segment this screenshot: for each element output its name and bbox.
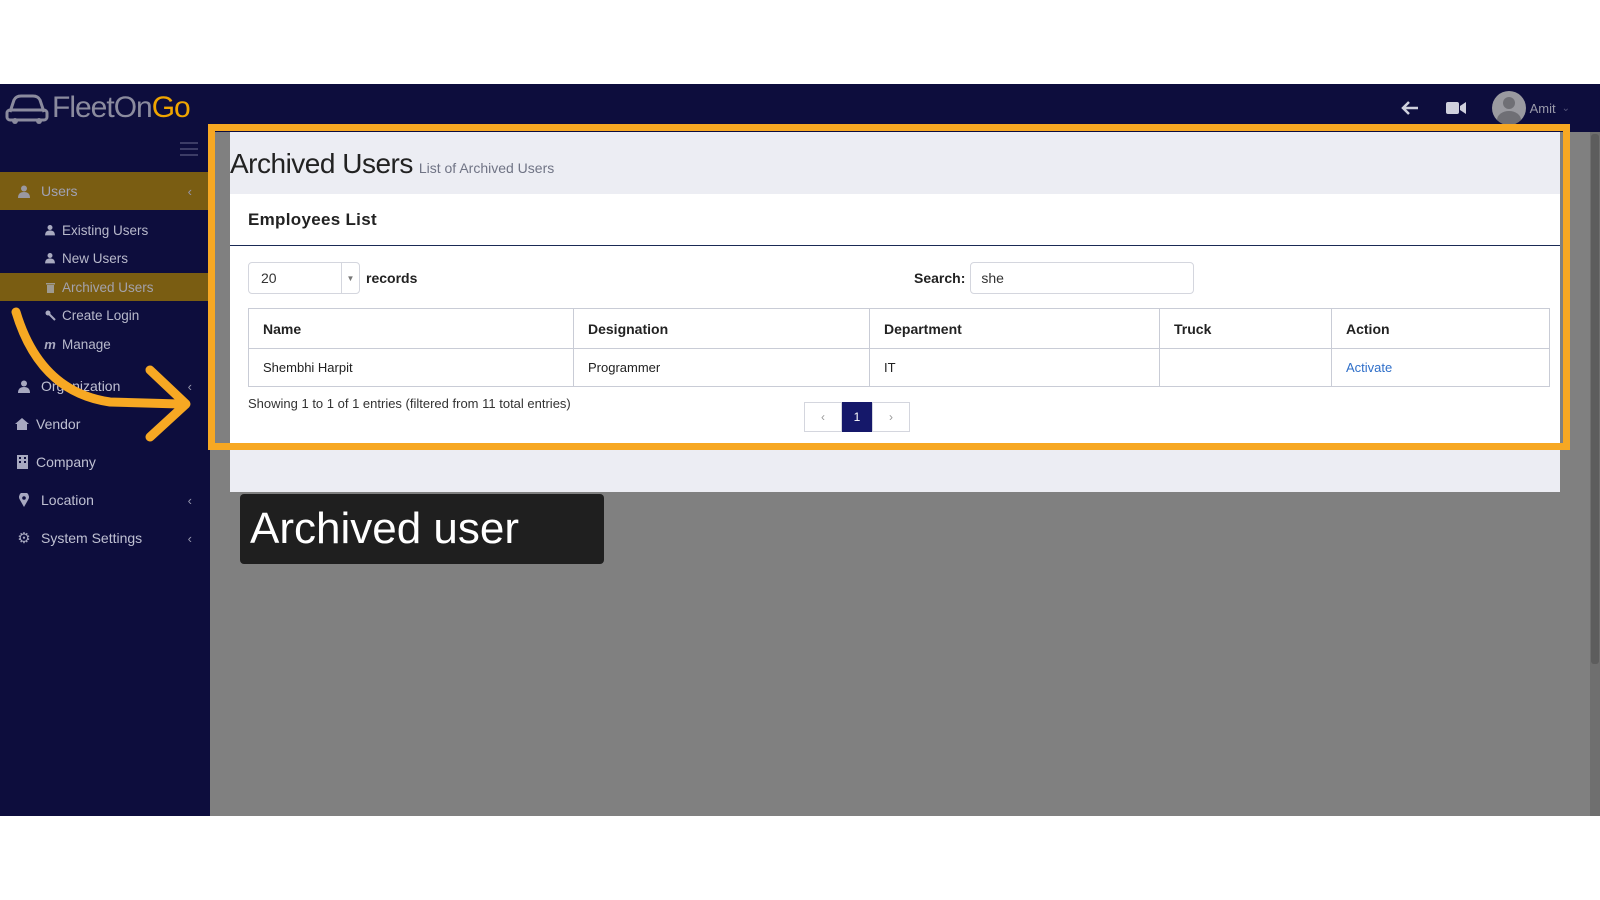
chevron-left-icon: ‹ xyxy=(187,378,192,394)
back-arrow-icon[interactable] xyxy=(1400,100,1420,116)
sub-item-label: Archived Users xyxy=(62,279,154,295)
video-camera-icon[interactable] xyxy=(1445,100,1466,116)
sidebar-item-system-settings[interactable]: ⚙ System Settings ‹ xyxy=(0,519,210,557)
user-icon xyxy=(44,224,56,236)
key-icon xyxy=(44,309,56,321)
sub-item-label: Create Login xyxy=(62,307,140,323)
sub-item-label: Manage xyxy=(62,336,111,352)
map-pin-icon xyxy=(17,493,31,507)
sub-item-label: Existing Users xyxy=(62,222,149,238)
sidebar-item-vendor[interactable]: Vendor xyxy=(0,405,210,443)
sidebar-item-label: Company xyxy=(36,454,96,470)
sidebar-item-label: System Settings xyxy=(41,530,143,546)
user-icon xyxy=(17,184,31,198)
sidebar-item-company[interactable]: Company xyxy=(0,443,210,481)
building-icon xyxy=(15,455,29,469)
logo[interactable]: FleetOnGo xyxy=(4,88,191,128)
avatar xyxy=(1491,91,1526,125)
sidebar-item-label: Location xyxy=(41,492,94,508)
car-logo-icon xyxy=(5,94,49,124)
scrollbar[interactable] xyxy=(1590,132,1600,816)
caption-label: Archived user xyxy=(240,494,604,564)
brand-part1: FleetOn xyxy=(52,91,153,124)
chevron-left-icon: ‹ xyxy=(187,530,192,546)
sidebar-sub-item-manage[interactable]: m Manage xyxy=(0,330,210,358)
trash-icon xyxy=(44,281,56,293)
chevron-left-icon: ‹ xyxy=(187,183,192,199)
gear-icon: ⚙ xyxy=(17,530,31,547)
user-name: Amit xyxy=(1529,100,1556,116)
brand-part2: Go xyxy=(151,91,191,124)
highlight-box xyxy=(208,124,1570,450)
sidebar-item-label: Vendor xyxy=(36,416,81,432)
sidebar-sub-item-existing-users[interactable]: Existing Users xyxy=(0,216,210,244)
chevron-left-icon: ‹ xyxy=(187,492,192,508)
logo-text: FleetOnGo xyxy=(52,91,191,125)
home-icon xyxy=(15,417,29,431)
sidebar-item-location[interactable]: Location ‹ xyxy=(0,481,210,519)
user-menu[interactable]: Amit ⌄ xyxy=(1491,91,1570,125)
chevron-down-icon: ⌄ xyxy=(1561,102,1570,114)
m-icon: m xyxy=(44,336,56,352)
scrollbar-thumb[interactable] xyxy=(1591,134,1599,664)
sidebar-sub-item-archived-users[interactable]: Archived Users xyxy=(0,273,210,301)
sub-item-label: New Users xyxy=(62,250,129,266)
user-icon xyxy=(17,379,31,393)
sidebar-sub-item-new-users[interactable]: New Users xyxy=(0,244,210,272)
user-icon xyxy=(44,252,56,264)
sidebar-item-users[interactable]: Users ‹ xyxy=(0,172,210,210)
sidebar-item-label: Users xyxy=(41,183,78,199)
sidebar-sub-item-create-login[interactable]: Create Login xyxy=(0,301,210,329)
sidebar-item-label: Organization xyxy=(41,378,121,394)
hamburger-menu-icon[interactable] xyxy=(180,142,198,156)
sidebar: Users ‹ Existing Users New Users Archive… xyxy=(0,132,210,816)
app-frame: FleetOnGo Amit ⌄ Users ‹ Existing Users xyxy=(0,84,1600,816)
sidebar-item-organization[interactable]: Organization ‹ xyxy=(0,367,210,405)
